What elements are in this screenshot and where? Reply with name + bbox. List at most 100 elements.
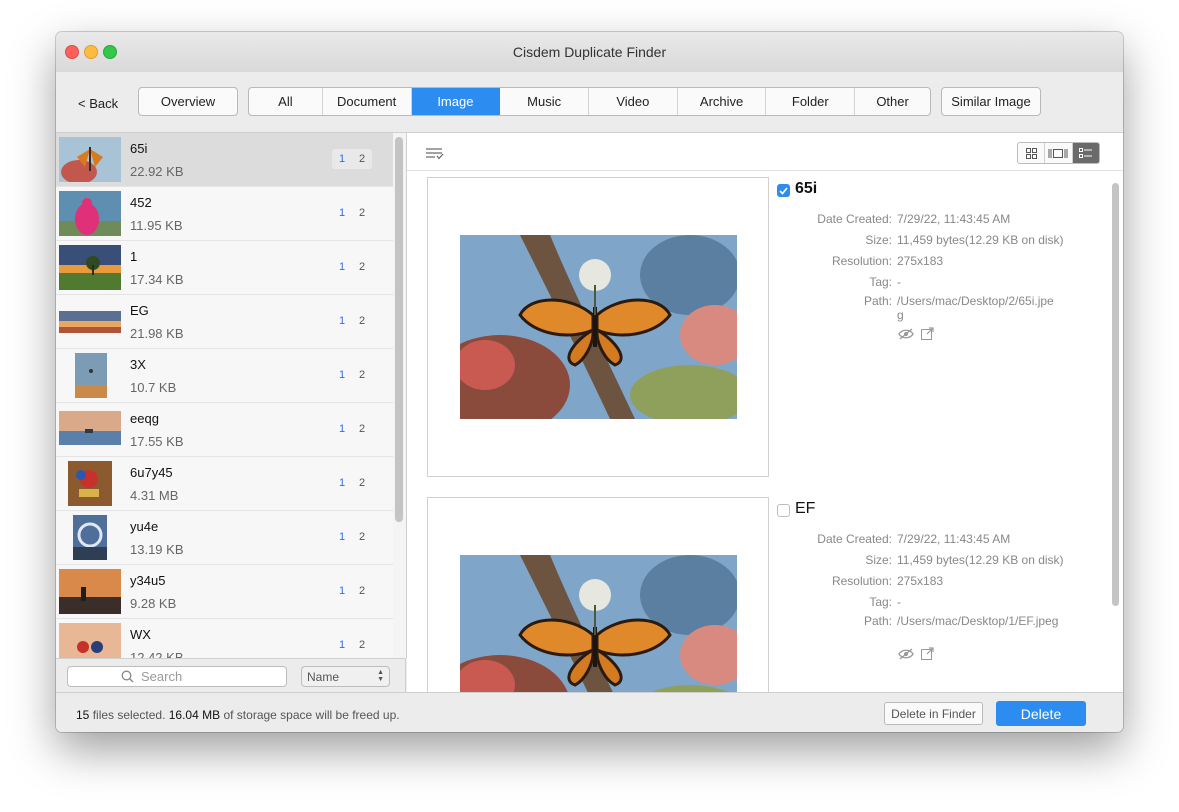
list-item[interactable]: 6u7y45 4.31 MB 12 (56, 457, 393, 511)
status-bar: 15 files selected. 16.04 MB of storage s… (56, 692, 1123, 732)
open-external-icon[interactable] (921, 327, 935, 340)
selected-count: 15 (76, 708, 90, 722)
duplicate-count-badge: 12 (338, 369, 366, 381)
item-size: 11.95 KB (130, 218, 183, 233)
date-created-label: Date Created: (817, 212, 892, 226)
item-name: WX (130, 627, 151, 642)
list-item[interactable]: yu4e 13.19 KB 12 (56, 511, 393, 565)
path-value-continued: g (897, 308, 904, 322)
size-value: 11,459 bytes(12.29 KB on disk) (897, 553, 1064, 567)
duplicate-list: 65i 22.92 KB 12 452 11.95 KB 12 1 17.34 … (56, 133, 393, 658)
file-name: 65i (795, 180, 818, 197)
back-button[interactable]: < Back (78, 96, 118, 111)
item-size: 10.7 KB (130, 380, 177, 395)
duplicate-count-badge: 12 (338, 207, 366, 219)
file-actions (898, 647, 935, 665)
file-checkbox[interactable] (777, 504, 790, 517)
tag-label: Tag: (869, 275, 892, 289)
date-created-value: 7/29/22, 11:43:45 AM (897, 212, 1011, 226)
preview-eye-icon[interactable] (898, 648, 914, 660)
list-item[interactable]: WX 12.42 KB 12 (56, 619, 393, 658)
item-size: 9.28 KB (130, 596, 177, 611)
duplicate-count-badge: 12 (338, 423, 366, 435)
sort-value: Name (307, 669, 340, 684)
delete-button[interactable]: Delete (996, 701, 1086, 726)
preview-image-butterfly (460, 235, 737, 419)
size-label: Size: (865, 553, 892, 567)
tab-other[interactable]: Other (855, 88, 930, 115)
tab-archive[interactable]: Archive (678, 88, 767, 115)
similar-image-button[interactable]: Similar Image (941, 87, 1041, 116)
list-item[interactable]: EG 21.98 KB 12 (56, 295, 393, 349)
item-name: 1 (130, 249, 138, 264)
detail-toolbar (407, 133, 1123, 171)
tab-video[interactable]: Video (589, 88, 678, 115)
list-item[interactable]: 65i 22.92 KB 12 (56, 133, 393, 187)
list-view-button[interactable] (1072, 143, 1099, 163)
tag-label: Tag: (869, 595, 892, 609)
path-label: Path: (863, 294, 892, 308)
item-size: 12.42 KB (130, 650, 184, 658)
item-name: EG (130, 303, 149, 318)
list-item[interactable]: 3X 10.7 KB 12 (56, 349, 393, 403)
path-value: /Users/mac/Desktop/1/EF.jpeg (897, 614, 1059, 628)
size-value: 11,459 bytes(12.29 KB on disk) (897, 233, 1064, 247)
resolution-value: 275x183 (897, 254, 944, 268)
thumbnail-pink-figure (59, 191, 121, 236)
overview-button[interactable]: Overview (138, 87, 238, 116)
detail-scrollbar[interactable] (1112, 183, 1119, 606)
list-item[interactable]: y34u5 9.28 KB 12 (56, 565, 393, 619)
tab-all[interactable]: All (249, 88, 323, 115)
duplicate-count-badge: 12 (332, 149, 372, 169)
tag-value: - (897, 275, 901, 289)
duplicate-list-panel: 65i 22.92 KB 12 452 11.95 KB 12 1 17.34 … (56, 133, 407, 658)
sidebar-bottom-bar: Name ▲▼ (56, 658, 406, 692)
grid-view-button[interactable] (1018, 143, 1046, 163)
stepper-arrows-icon: ▲ ▼ (377, 669, 384, 683)
open-external-icon[interactable] (921, 647, 935, 660)
item-name: 452 (130, 195, 152, 210)
search-field[interactable] (67, 666, 287, 687)
checkmark-icon (779, 186, 788, 195)
image-preview-card[interactable] (427, 177, 769, 477)
tab-folder[interactable]: Folder (766, 88, 856, 115)
sidebar-scrollbar[interactable] (395, 137, 403, 522)
list-item[interactable]: eeqg 17.55 KB 12 (56, 403, 393, 457)
tab-document[interactable]: Document (323, 88, 412, 115)
file-actions (898, 327, 935, 345)
select-options-icon[interactable] (426, 148, 444, 160)
date-created-label: Date Created: (817, 532, 892, 546)
list-item[interactable]: 1 17.34 KB 12 (56, 241, 393, 295)
thumbnail-couple (59, 623, 121, 658)
duplicate-count-badge: 12 (338, 477, 366, 489)
resolution-label: Resolution: (831, 254, 892, 268)
file-checkbox[interactable] (777, 184, 790, 197)
item-size: 4.31 MB (130, 488, 179, 503)
detail-panel: 65i Date Created: 7/29/22, 11:43:45 AM S… (407, 133, 1123, 692)
item-name: yu4e (130, 519, 159, 534)
category-tabs: All Document Image Music Video Archive F… (248, 87, 931, 116)
duplicate-count-badge: 12 (338, 639, 366, 651)
gallery-view-button[interactable] (1045, 143, 1073, 163)
thumbnail-balloon (75, 353, 107, 398)
item-name: 65i (130, 141, 148, 156)
item-size: 22.92 KB (130, 164, 184, 179)
list-item[interactable]: 452 11.95 KB 12 (56, 187, 393, 241)
file-name: EF (795, 500, 816, 517)
view-mode-switch (1017, 142, 1100, 164)
sort-select[interactable]: Name ▲ ▼ (301, 666, 390, 687)
window-title: Cisdem Duplicate Finder (512, 44, 667, 60)
item-size: 21.98 KB (130, 326, 184, 341)
delete-in-finder-button[interactable]: Delete in Finder (884, 702, 983, 725)
image-preview-card[interactable] (427, 497, 769, 692)
item-name: 6u7y45 (130, 465, 173, 480)
duplicate-count-badge: 12 (338, 261, 366, 273)
thumbnail-toy (68, 461, 112, 506)
app-window: Cisdem Duplicate Finder < Back Overview … (56, 32, 1123, 732)
tab-music[interactable]: Music (500, 88, 589, 115)
search-input[interactable] (139, 668, 233, 685)
preview-eye-icon[interactable] (898, 328, 914, 340)
duplicate-count-badge: 12 (338, 585, 366, 597)
size-label: Size: (865, 233, 892, 247)
tab-image[interactable]: Image (411, 88, 501, 115)
